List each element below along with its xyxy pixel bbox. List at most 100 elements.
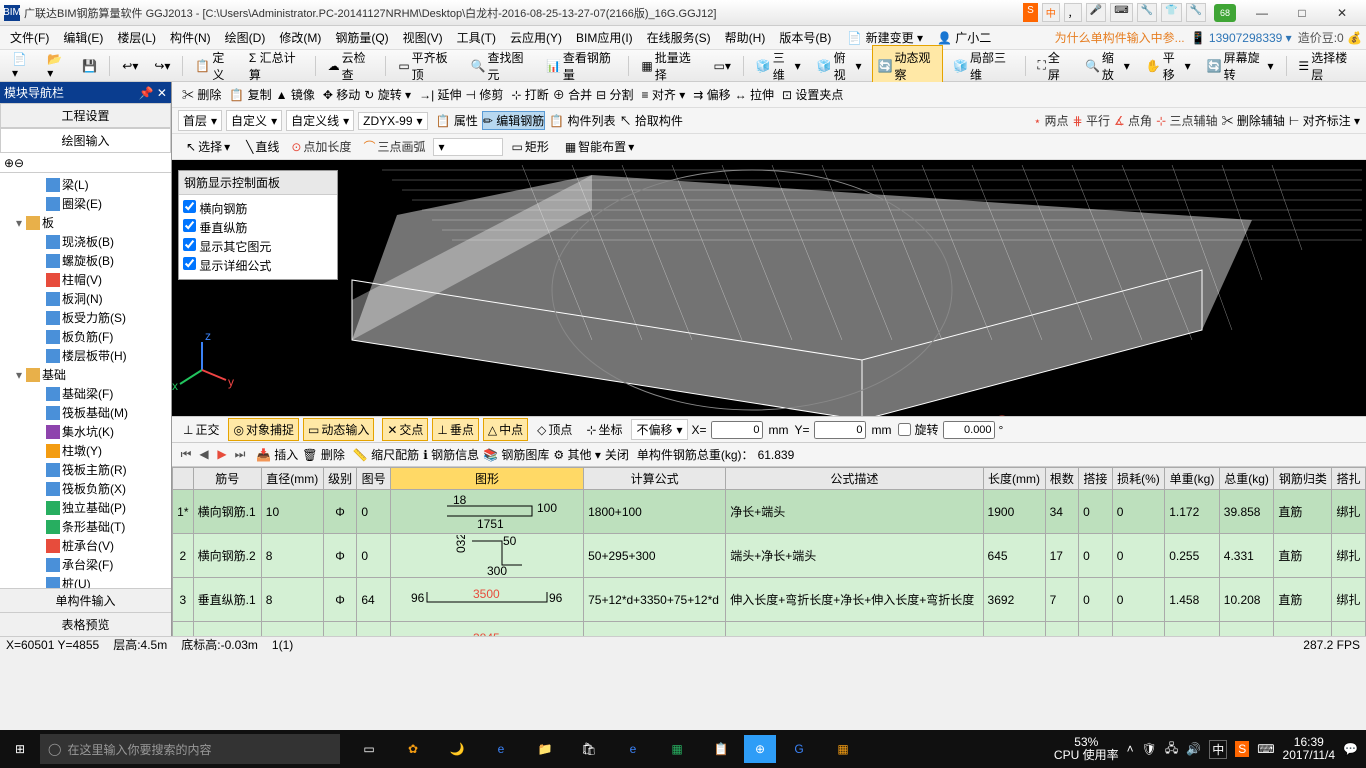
table-header[interactable]: 直径(mm) bbox=[261, 468, 323, 490]
offset-mode[interactable]: 不偏移 ▾ bbox=[631, 419, 687, 440]
copy-button[interactable]: 📋 复制 bbox=[229, 86, 271, 103]
tree-node[interactable]: 梁(L) bbox=[0, 175, 171, 194]
mirror-button[interactable]: ▲ 镜像 bbox=[276, 86, 315, 103]
tree-node[interactable]: 现浇板(B) bbox=[0, 232, 171, 251]
tree-node[interactable]: 基础梁(F) bbox=[0, 384, 171, 403]
tree-node[interactable]: 板负筋(F) bbox=[0, 327, 171, 346]
align-button[interactable]: ≡ 对齐 ▾ bbox=[642, 86, 686, 103]
tray-up-icon[interactable]: ˄ bbox=[1127, 742, 1134, 756]
tree-node[interactable]: 条形基础(T) bbox=[0, 517, 171, 536]
customline-dropdown[interactable]: 自定义线 ▾ bbox=[286, 110, 354, 131]
tree-node[interactable]: 筏板基础(M) bbox=[0, 403, 171, 422]
tray-vol-icon[interactable]: 🔊 bbox=[1186, 742, 1201, 756]
merge-button[interactable]: ⊕ 合并 bbox=[553, 86, 592, 103]
viewport-3d[interactable]: z x y B 钢筋显示控制面板 横向钢筋 垂直纵筋 显示其它图元 显示详细公式 bbox=[172, 160, 1366, 416]
table-header[interactable] bbox=[173, 468, 194, 490]
tree-node[interactable]: 桩(U) bbox=[0, 574, 171, 588]
split-button[interactable]: ⊟ 分割 bbox=[596, 86, 633, 103]
start-button[interactable]: ⊞ bbox=[0, 730, 40, 768]
table-header[interactable]: 筋号 bbox=[193, 468, 261, 490]
table-header[interactable]: 损耗(%) bbox=[1112, 468, 1165, 490]
pan-button[interactable]: ✋ 平移 ▾ bbox=[1140, 45, 1197, 87]
rotate-check[interactable] bbox=[898, 423, 911, 436]
alignmark-button[interactable]: ⊢ 对齐标注 ▾ bbox=[1289, 112, 1360, 129]
table-header[interactable]: 长度(mm) bbox=[983, 468, 1045, 490]
table-header[interactable]: 钢筋归类 bbox=[1274, 468, 1332, 490]
define-button[interactable]: 📋 定义 bbox=[189, 45, 239, 87]
perp-button[interactable]: ⊥ 垂点 bbox=[432, 418, 478, 441]
redo-icon[interactable]: ↪▾ bbox=[148, 55, 176, 77]
tb-close[interactable]: 关闭 bbox=[605, 446, 629, 463]
btab-preview[interactable]: 表格预览 bbox=[0, 612, 171, 636]
selfloor-button[interactable]: ☰ 选择楼层 bbox=[1292, 45, 1360, 87]
tray-kbd-icon[interactable]: ⌨ bbox=[1257, 742, 1274, 756]
tb-store[interactable]: 🛍 bbox=[568, 730, 610, 768]
green-badge[interactable]: 68 bbox=[1214, 4, 1236, 22]
tree-node[interactable]: 筏板负筋(X) bbox=[0, 479, 171, 498]
line-button[interactable]: ╲ 直线 bbox=[242, 136, 283, 157]
tb-edge[interactable]: e bbox=[480, 730, 522, 768]
nav-next[interactable]: ▶ bbox=[214, 447, 230, 462]
table-header[interactable]: 图号 bbox=[357, 468, 391, 490]
table-header[interactable]: 搭接 bbox=[1079, 468, 1113, 490]
select-button[interactable]: ↖ 选择 ▾ bbox=[182, 136, 234, 157]
rebar-table[interactable]: 筋号直径(mm)级别图号图形计算公式公式描述长度(mm)根数搭接损耗(%)单重(… bbox=[172, 467, 1366, 636]
tray-safe-icon[interactable]: 🛡 bbox=[1142, 742, 1157, 756]
table-header[interactable]: 级别 bbox=[323, 468, 357, 490]
ime-punct[interactable]: ， bbox=[1064, 3, 1082, 22]
arc-dropdown[interactable]: ▾ bbox=[433, 138, 503, 156]
nav-prev[interactable]: ◀ bbox=[196, 447, 212, 462]
table-row[interactable]: 1*横向钢筋.110Φ01810017511800+100净长+端头190034… bbox=[173, 490, 1366, 534]
panel-check[interactable]: 显示详细公式 bbox=[183, 256, 333, 275]
break-button[interactable]: ⊹ 打断 bbox=[511, 86, 548, 103]
vertex-button[interactable]: ◇ 顶点 bbox=[532, 418, 577, 441]
ptlen-button[interactable]: ⊙ 点加长度 bbox=[287, 136, 355, 157]
tree-node[interactable]: 集水坑(K) bbox=[0, 422, 171, 441]
menu-file[interactable]: 文件(F) bbox=[4, 27, 55, 48]
panel-check[interactable]: 垂直纵筋 bbox=[183, 218, 333, 237]
minimize-button[interactable]: — bbox=[1242, 2, 1282, 24]
tree-node[interactable]: 桩承台(V) bbox=[0, 536, 171, 555]
ime-kbd-icon[interactable]: ⌨ bbox=[1110, 3, 1132, 22]
tb-app2[interactable]: 🌙 bbox=[436, 730, 478, 768]
maximize-button[interactable]: □ bbox=[1282, 2, 1322, 24]
tb-taskview[interactable]: ▭ bbox=[348, 730, 390, 768]
rect-sel-icon[interactable]: ▭▾ bbox=[708, 55, 737, 77]
tb-app5[interactable]: ⊕ bbox=[744, 735, 776, 763]
table-header[interactable]: 总重(kg) bbox=[1219, 468, 1274, 490]
tree-node[interactable]: 楼层板带(H) bbox=[0, 346, 171, 365]
table-header[interactable]: 计算公式 bbox=[584, 468, 726, 490]
taskbar-search[interactable]: ◯ 在这里输入你要搜索的内容 bbox=[40, 734, 340, 764]
mid-button[interactable]: △ 中点 bbox=[483, 418, 528, 441]
threeptarc-button[interactable]: ⌒ 三点画弧 bbox=[359, 136, 429, 157]
tb-explorer[interactable]: 📁 bbox=[524, 730, 566, 768]
undo-icon[interactable]: ↩▾ bbox=[116, 55, 144, 77]
tb-app4[interactable]: 📋 bbox=[700, 730, 742, 768]
move-button[interactable]: ✥ 移动 bbox=[323, 86, 360, 103]
menu-edit[interactable]: 编辑(E) bbox=[57, 27, 109, 48]
floor-dropdown[interactable]: 首层 ▾ bbox=[178, 110, 222, 131]
table-header[interactable]: 单重(kg) bbox=[1165, 468, 1220, 490]
delaux-button[interactable]: ✂ 删除辅轴 bbox=[1221, 112, 1284, 129]
tb-delete[interactable]: 🗑 删除 bbox=[302, 446, 345, 463]
ime-wrench-icon[interactable]: 🔧 bbox=[1186, 3, 1206, 22]
extend-button[interactable]: →| 延伸 bbox=[419, 86, 461, 103]
batchsel-button[interactable]: ▦ 批量选择 bbox=[635, 45, 703, 87]
rotate-input[interactable] bbox=[943, 421, 995, 439]
offset-button[interactable]: ⇉ 偏移 bbox=[693, 86, 730, 103]
tb-app7[interactable]: ▦ bbox=[822, 730, 864, 768]
tray-ime[interactable]: 中 bbox=[1209, 740, 1227, 759]
cpu-meter[interactable]: 53%CPU 使用率 bbox=[1054, 736, 1119, 762]
viewrebar-button[interactable]: 📊 查看钢筋量 bbox=[540, 45, 622, 87]
tree-node[interactable]: 圈梁(E) bbox=[0, 194, 171, 213]
table-row[interactable]: 4垂直纵筋.28Φ60138459640*d+3450+75+12*d锚固长度+… bbox=[173, 622, 1366, 637]
nav-last[interactable]: ⏭ bbox=[232, 447, 248, 462]
threed-button[interactable]: 🧊 三维 ▾ bbox=[750, 45, 807, 87]
nav-tree[interactable]: 梁(L)圈梁(E)▾板现浇板(B)螺旋板(B)柱帽(V)板洞(N)板受力筋(S)… bbox=[0, 173, 171, 588]
ortho-button[interactable]: ⊥ 正交 bbox=[178, 418, 224, 441]
cross-button[interactable]: ✕ 交点 bbox=[382, 418, 428, 441]
ptangle-button[interactable]: ∡ 点角 bbox=[1114, 112, 1152, 129]
front-button[interactable]: 🧊 俯视 ▾ bbox=[811, 45, 868, 87]
local3d-button[interactable]: 🧊 局部三维 bbox=[947, 45, 1018, 87]
delete-button[interactable]: ✂ 删除 bbox=[182, 86, 221, 103]
